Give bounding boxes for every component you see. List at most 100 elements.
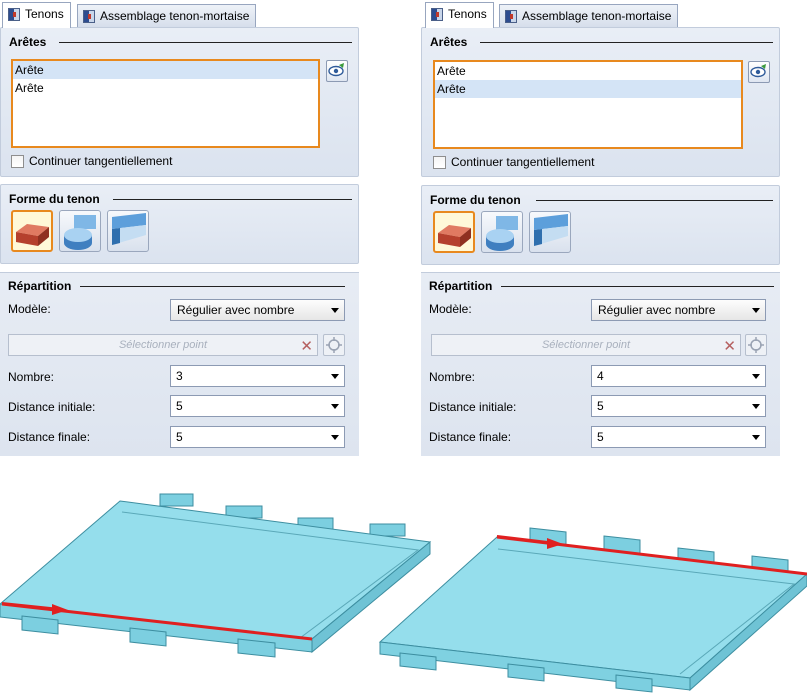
tenon xyxy=(369,523,406,537)
distribution-section: Répartition Modèle: Régulier avec nombre… xyxy=(0,272,359,456)
tab-strip: Tenons Assemblage tenon-mortaise xyxy=(0,0,359,28)
section-title: Répartition xyxy=(8,279,72,293)
angled-tenon-button[interactable] xyxy=(107,210,149,252)
list-item[interactable]: Arête xyxy=(13,79,318,97)
chevron-down-icon[interactable] xyxy=(752,435,760,440)
tenon-panel-left: Tenons Assemblage tenon-mortaise Arêtes … xyxy=(0,0,359,456)
angled-tenon-button[interactable] xyxy=(529,211,571,253)
pick-point-button[interactable] xyxy=(745,334,767,356)
select-point-input[interactable]: Sélectionner point ✕ xyxy=(8,334,318,356)
rounded-tenon-icon xyxy=(64,215,96,250)
pick-point-button[interactable] xyxy=(323,334,345,356)
distribution-section: Répartition Modèle: Régulier avec nombre… xyxy=(421,272,780,456)
checkbox-label: Continuer tangentiellement xyxy=(29,154,173,168)
start-distance-value: 5 xyxy=(597,399,604,413)
pick-edge-button[interactable] xyxy=(326,60,348,82)
rectangular-tenon-button[interactable] xyxy=(433,211,475,253)
tab-assemblage[interactable]: Assemblage tenon-mortaise xyxy=(499,4,679,27)
model-label: Modèle: xyxy=(8,302,51,316)
pick-edge-button[interactable] xyxy=(748,61,770,83)
right-plate xyxy=(378,527,807,693)
mortise-tab-icon xyxy=(83,10,95,23)
model-value: Régulier avec nombre xyxy=(177,303,295,317)
shape-section: Forme du tenon xyxy=(421,185,780,265)
chevron-down-icon xyxy=(752,308,760,313)
section-divider xyxy=(80,286,345,287)
end-distance-field[interactable]: 5 xyxy=(591,426,766,448)
count-field[interactable]: 3 xyxy=(170,365,345,387)
tenon xyxy=(159,493,194,507)
chevron-down-icon[interactable] xyxy=(752,374,760,379)
tab-tenons[interactable]: Tenons xyxy=(2,2,71,28)
start-distance-label: Distance initiale: xyxy=(429,400,517,414)
list-item[interactable]: Arête xyxy=(13,61,318,79)
chevron-down-icon[interactable] xyxy=(331,404,339,409)
rectangular-tenon-button[interactable] xyxy=(11,210,53,252)
edges-list[interactable]: Arête Arête xyxy=(433,60,743,149)
count-value: 4 xyxy=(597,369,604,383)
model-select[interactable]: Régulier avec nombre xyxy=(170,299,345,321)
section-divider xyxy=(59,42,352,43)
edges-section: Arêtes Arête Arête Continuer tangentiell… xyxy=(421,27,780,177)
model-value: Régulier avec nombre xyxy=(598,303,716,317)
edges-section: Arêtes Arête Arête Continuer tangentiell… xyxy=(0,27,359,177)
model-select[interactable]: Régulier avec nombre xyxy=(591,299,766,321)
chevron-down-icon[interactable] xyxy=(752,404,760,409)
continue-tangent-row[interactable]: Continuer tangentiellement xyxy=(433,155,683,171)
chevron-down-icon[interactable] xyxy=(331,374,339,379)
continue-tangent-row[interactable]: Continuer tangentiellement xyxy=(11,154,261,170)
rounded-tenon-button[interactable] xyxy=(59,210,101,252)
tab-tenons[interactable]: Tenons xyxy=(425,2,494,28)
tenon-panel-right: Tenons Assemblage tenon-mortaise Arêtes … xyxy=(421,0,780,456)
tab-label: Tenons xyxy=(448,7,487,21)
tenon-tab-icon xyxy=(8,8,20,21)
count-value: 3 xyxy=(176,369,183,383)
section-divider xyxy=(113,199,352,200)
start-distance-field[interactable]: 5 xyxy=(170,395,345,417)
continue-tangent-checkbox[interactable] xyxy=(11,155,24,168)
model-label: Modèle: xyxy=(429,302,472,316)
checkbox-label: Continuer tangentiellement xyxy=(451,155,595,169)
continue-tangent-checkbox[interactable] xyxy=(433,156,446,169)
section-divider xyxy=(480,42,773,43)
clear-icon: ✕ xyxy=(300,338,313,355)
angled-tenon-icon xyxy=(534,214,568,246)
select-point-input[interactable]: Sélectionner point ✕ xyxy=(431,334,741,356)
rounded-tenon-button[interactable] xyxy=(481,211,523,253)
rectangular-tenon-icon xyxy=(438,225,471,247)
section-title: Arêtes xyxy=(430,35,468,49)
section-title: Répartition xyxy=(429,279,493,293)
point-placeholder: Sélectionner point xyxy=(118,339,208,351)
chevron-down-icon xyxy=(331,308,339,313)
pick-point-icon xyxy=(748,337,764,353)
tab-label: Tenons xyxy=(25,7,64,21)
section-title: Forme du tenon xyxy=(9,192,100,206)
list-item[interactable]: Arête xyxy=(435,62,741,80)
tab-label: Assemblage tenon-mortaise xyxy=(522,9,672,23)
count-field[interactable]: 4 xyxy=(591,365,766,387)
list-item[interactable]: Arête xyxy=(435,80,741,98)
point-placeholder: Sélectionner point xyxy=(541,339,631,351)
start-distance-label: Distance initiale: xyxy=(8,400,96,414)
end-distance-field[interactable]: 5 xyxy=(170,426,345,448)
start-distance-value: 5 xyxy=(176,399,183,413)
end-distance-label: Distance finale: xyxy=(429,430,512,444)
eye-pick-icon xyxy=(328,63,344,77)
chevron-down-icon[interactable] xyxy=(331,435,339,440)
section-title: Arêtes xyxy=(9,35,47,49)
left-plate xyxy=(0,493,432,658)
pick-point-icon xyxy=(326,337,342,353)
tenon-3d-preview xyxy=(0,456,807,699)
end-distance-value: 5 xyxy=(176,430,183,444)
tab-assemblage[interactable]: Assemblage tenon-mortaise xyxy=(77,4,257,27)
shape-section: Forme du tenon xyxy=(0,184,359,264)
end-distance-value: 5 xyxy=(597,430,604,444)
end-distance-label: Distance finale: xyxy=(8,430,91,444)
tab-strip: Tenons Assemblage tenon-mortaise xyxy=(421,0,780,28)
rectangular-tenon-icon xyxy=(16,224,49,246)
start-distance-field[interactable]: 5 xyxy=(591,395,766,417)
section-divider xyxy=(501,286,774,287)
edges-list[interactable]: Arête Arête xyxy=(11,59,320,148)
section-divider xyxy=(536,200,773,201)
count-label: Nombre: xyxy=(8,370,55,384)
